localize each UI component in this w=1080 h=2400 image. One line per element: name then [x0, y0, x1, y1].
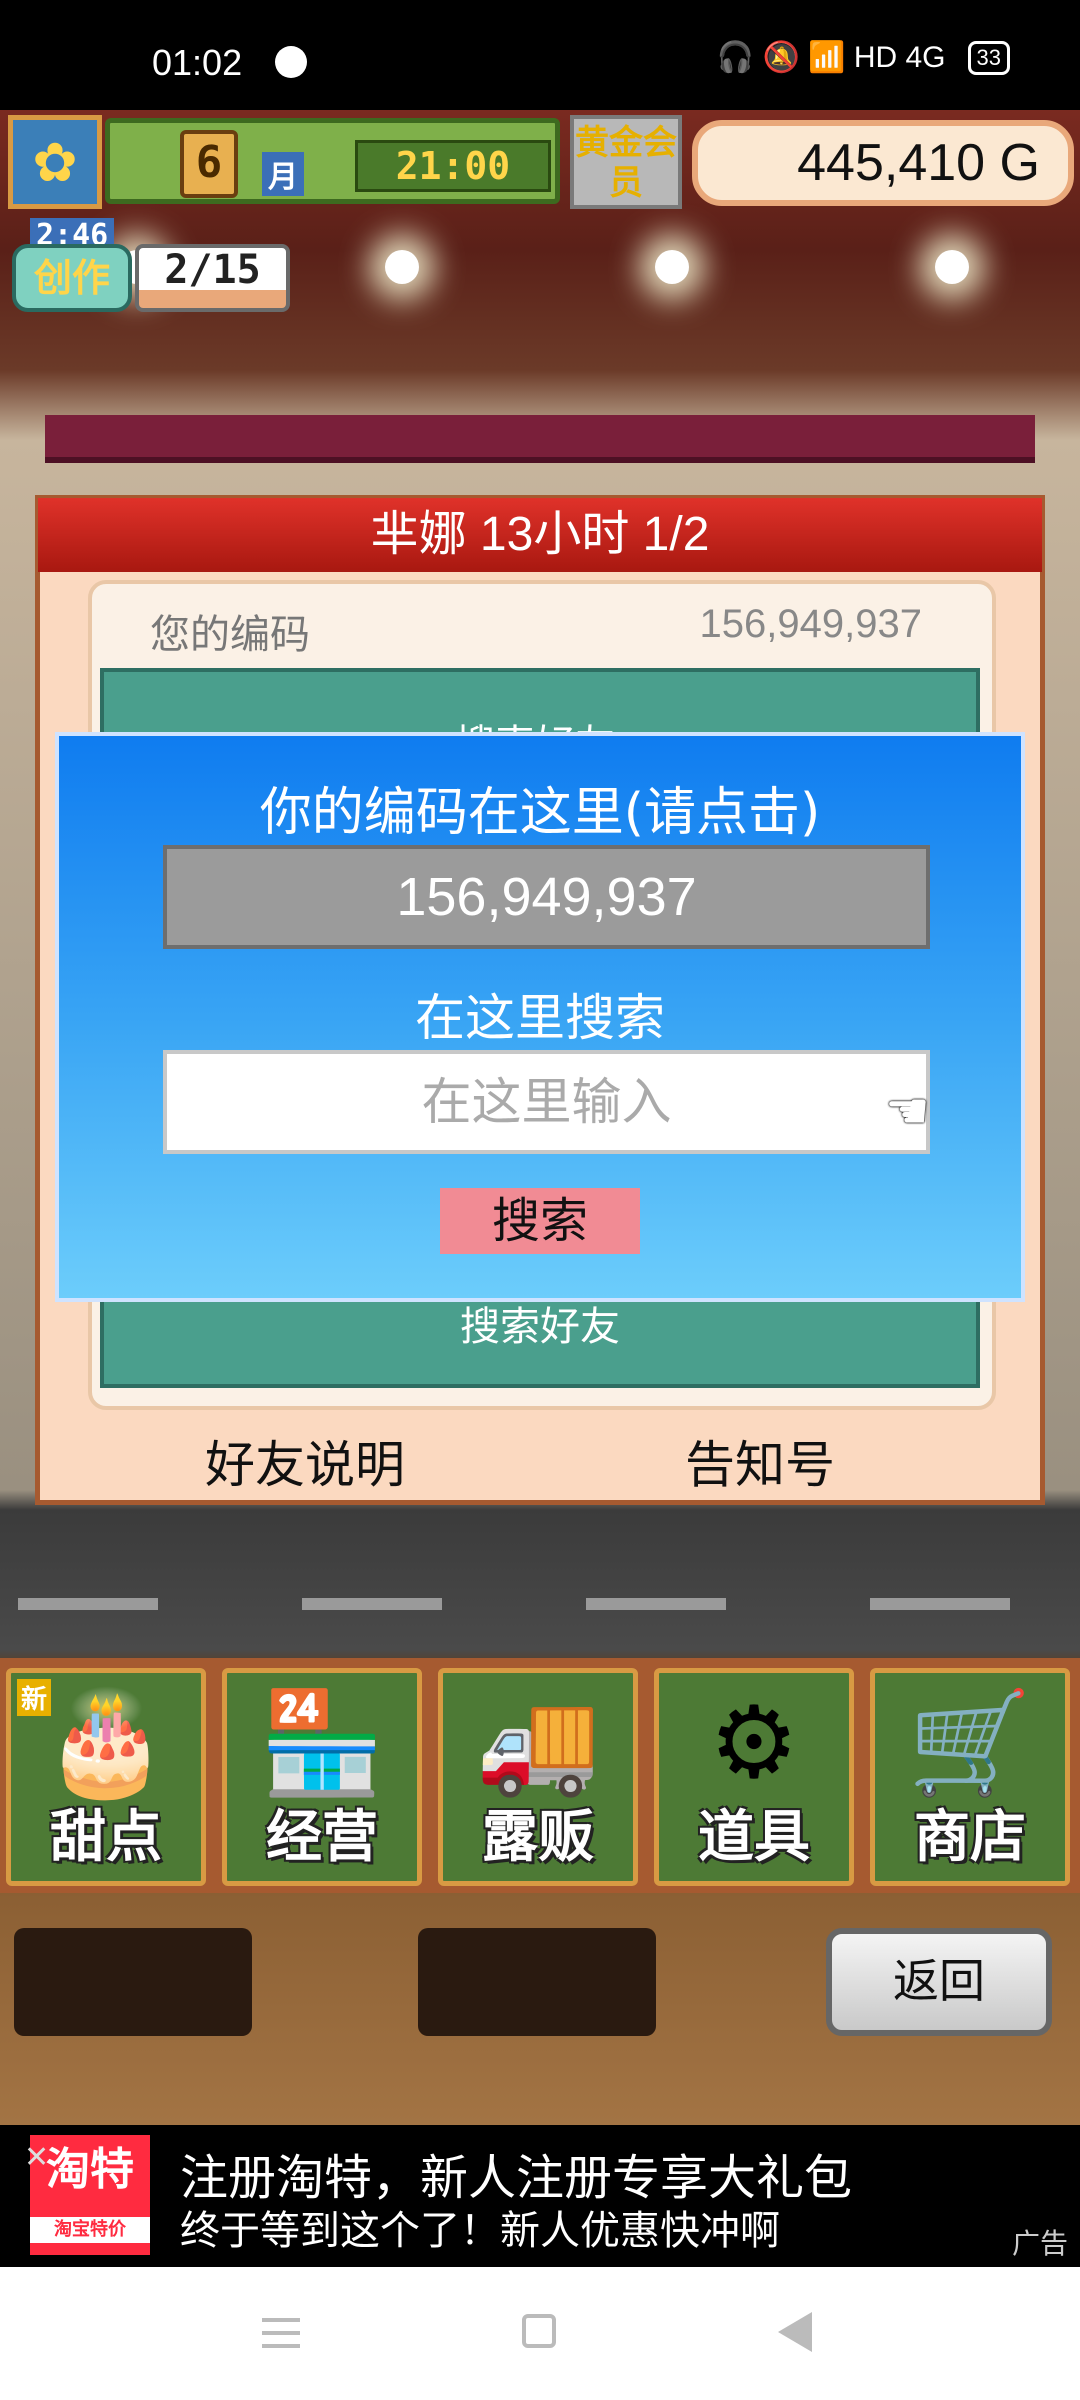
empty-slot — [418, 1928, 656, 2036]
gear-bag-icon: ⚙ — [709, 1684, 799, 1801]
create-count: 2/15 — [135, 244, 290, 312]
dialog-title: 你的编码在这里(请点击) — [259, 783, 821, 843]
clock-value: 21:00 — [355, 140, 551, 192]
road-line — [302, 1598, 442, 1610]
light-icon — [935, 250, 969, 284]
ad-logo-sub: 淘宝特价 — [30, 2217, 150, 2243]
back-button[interactable]: 返回 — [826, 1928, 1052, 2036]
month-unit: 月 — [262, 152, 304, 196]
search-input[interactable]: 在这里输入 — [163, 1050, 930, 1154]
search-friend-button[interactable]: 搜索好友 — [0, 1294, 1080, 1352]
status-time: 01:02 — [152, 42, 243, 83]
friend-help-button[interactable]: 好友说明 — [205, 1425, 405, 1497]
menu-item-items[interactable]: ⚙ 道具 — [654, 1668, 854, 1886]
light-icon — [655, 250, 689, 284]
menu-item-business[interactable]: 🏪 经营 — [222, 1668, 422, 1886]
menu-item-label: 甜点 — [50, 1805, 162, 1870]
road-line — [586, 1598, 726, 1610]
close-icon[interactable]: ✕ — [24, 2140, 49, 2175]
back-icon[interactable] — [778, 2312, 812, 2352]
light-icon — [385, 250, 419, 284]
status-icons: 🎧 🔕 📶 HD 4G 33 — [717, 40, 1010, 75]
menu-item-store[interactable]: 🛒 商店 — [870, 1668, 1070, 1886]
panel-title: 芈娜 13小时 1/2 — [38, 498, 1042, 572]
search-label: 在这里搜索 — [415, 989, 665, 1047]
menu-item-stall[interactable]: 🚚 露贩 — [438, 1668, 638, 1886]
my-code-label: 您的编码 — [150, 612, 310, 658]
pointing-hand-icon: ☚ — [885, 1082, 930, 1140]
search-button[interactable]: 搜索 — [440, 1188, 640, 1254]
ad-logo-text: 淘特 — [46, 2144, 134, 2195]
shop-icon: 🏪 — [259, 1684, 385, 1801]
menu-item-label: 商店 — [914, 1805, 1026, 1870]
gold-member-badge[interactable]: 黄金会员 — [570, 115, 682, 209]
road-line — [18, 1598, 158, 1610]
my-code-value: 156,949,937 — [699, 602, 922, 646]
empty-slot — [14, 1928, 252, 2036]
cart-icon: 🛒 — [907, 1684, 1033, 1801]
food-truck-icon: 🚚 — [475, 1684, 601, 1801]
menu-item-label: 露贩 — [482, 1805, 594, 1870]
menu-icon[interactable] — [262, 2318, 300, 2348]
my-code-button[interactable]: 156,949,937 — [163, 845, 930, 949]
menu-item-label: 道具 — [698, 1805, 810, 1870]
home-icon[interactable] — [522, 2314, 556, 2348]
menu-item-label: 经营 — [266, 1805, 378, 1870]
status-icons-text: 🎧 🔕 📶 HD 4G — [716, 41, 946, 74]
awning-trim — [45, 415, 1035, 463]
cake-icon: 🎂 — [43, 1684, 169, 1801]
menu-item-dessert[interactable]: 新 🎂 甜点 — [6, 1668, 206, 1886]
road-line — [870, 1598, 1010, 1610]
month-value: 6 — [180, 130, 238, 198]
create-button[interactable]: 创作 — [12, 244, 132, 312]
battery-icon: 33 — [967, 40, 1010, 75]
ad-tag: 广告 — [1011, 2227, 1068, 2260]
notice-button[interactable]: 告知号 — [685, 1425, 835, 1497]
ad-subtitle[interactable]: 终于等到这个了！新人优惠快冲啊 — [180, 2198, 780, 2256]
money-display: 445,410 G — [692, 120, 1074, 206]
globe-icon — [275, 46, 307, 78]
sunflower-icon[interactable]: ✿ — [8, 115, 102, 209]
status-bar: 01:02 🎧 🔕 📶 HD 4G 33 — [0, 0, 1080, 110]
